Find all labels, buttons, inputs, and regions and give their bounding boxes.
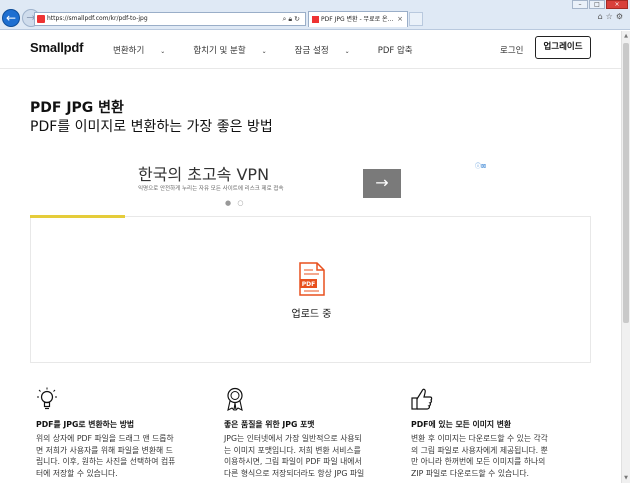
menu-item-convert[interactable]: 변환하기 ⌄ — [113, 44, 179, 56]
feature-description: 변환 후 이미지는 다운로드할 수 있는 각각 의 그림 파일로 사용자에게 제… — [411, 434, 548, 478]
close-window-icon[interactable]: × — [606, 0, 628, 9]
tab-favicon-icon — [312, 16, 319, 23]
main-menu: 변환하기 ⌄ 합치기 및 분할 ⌄ 잠금 설정 ⌄ PDF 압축 — [113, 44, 441, 56]
feature-description: JPG는 인터넷에서 가장 일반적으로 사용되 는 이미지 포맷입니다. 저희 … — [224, 434, 365, 478]
refresh-icon[interactable]: ↻ — [294, 15, 302, 23]
browser-tools: ⌂☆⚙ — [598, 12, 626, 21]
page-scrollbar[interactable]: ▲ ▼ — [621, 31, 630, 483]
page-subtitle: PDF를 이미지로 변환하는 가장 좋은 방법 — [30, 119, 273, 135]
ad-pagination-dots[interactable]: ● ○ — [225, 199, 245, 207]
address-url: https://smallpdf.com/kr/pdf-to-jpg — [47, 15, 148, 22]
scroll-down-icon[interactable]: ▼ — [623, 475, 629, 481]
site-header: Smallpdf 변환하기 ⌄ 합치기 및 분할 ⌄ 잠금 설정 ⌄ PDF 압축 로… — [0, 31, 621, 69]
feature-how-to: PDF를 JPG로 변환하는 방법 위의 상자에 PDF 파일을 드래그 앤 드… — [36, 387, 211, 479]
site-favicon-icon — [37, 15, 45, 23]
address-bar[interactable]: https://smallpdf.com/kr/pdf-to-jpg ⌕🔒︎↻ — [34, 12, 306, 26]
ad-title: 한국의 초고속 VPN — [138, 165, 270, 184]
tab-close-icon[interactable]: × — [397, 12, 403, 27]
home-icon[interactable]: ⌂ — [598, 12, 606, 21]
window-controls: – □ × — [571, 0, 628, 9]
ad-choices-icon[interactable]: ⓘ⊠ — [475, 161, 486, 170]
upload-status: 업로드 중 — [291, 309, 332, 320]
browser-chrome: ← → https://smallpdf.com/kr/pdf-to-jpg ⌕… — [0, 0, 630, 30]
chevron-down-icon: ⌄ — [160, 48, 166, 55]
page-title: PDF JPG 변환 — [30, 100, 124, 116]
favorites-star-icon[interactable]: ☆ — [606, 12, 616, 21]
new-tab-button[interactable] — [409, 12, 423, 26]
smallpdf-logo[interactable]: Smallpdf — [30, 40, 83, 55]
menu-item-merge-split[interactable]: 합치기 및 분할 ⌄ — [193, 44, 280, 56]
settings-gear-icon[interactable]: ⚙ — [616, 12, 626, 21]
scrollbar-thumb[interactable] — [623, 43, 629, 323]
thumbs-up-icon — [411, 388, 433, 410]
lightbulb-icon — [37, 387, 57, 410]
page-content: Smallpdf 변환하기 ⌄ 합치기 및 분할 ⌄ 잠금 설정 ⌄ PDF 압축 로… — [0, 31, 621, 483]
award-icon — [227, 387, 243, 412]
back-button[interactable]: ← — [2, 9, 20, 27]
tab-title: PDF JPG 변환 - 무료로 온... — [321, 16, 394, 23]
ad-subtitle: 익명으로 안전하게 누리는 자유 모든 사이트에 리스크 제로 접속 — [138, 186, 284, 192]
menu-item-compress[interactable]: PDF 압축 — [378, 44, 427, 56]
menu-item-lock[interactable]: 잠금 설정 ⌄ — [295, 44, 364, 56]
chevron-down-icon: ⌄ — [261, 48, 267, 55]
minimize-icon[interactable]: – — [572, 0, 588, 9]
feature-description: 위의 상자에 PDF 파일을 드래그 앤 드롭하 면 저희가 사용자를 위해 파… — [36, 434, 176, 478]
upload-progress-bar — [30, 215, 126, 218]
pdf-icon-label: PDF — [302, 281, 315, 288]
feature-title: PDF를 JPG로 변환하는 방법 — [36, 420, 135, 429]
maximize-icon[interactable]: □ — [589, 0, 605, 9]
feature-title: 좋은 품질을 위한 JPG 포맷 — [224, 420, 315, 429]
login-link[interactable]: 로그인 — [500, 44, 523, 56]
scroll-up-icon[interactable]: ▲ — [623, 33, 629, 39]
ad-banner[interactable]: 한국의 초고속 VPN 익명으로 안전하게 누리는 자유 모든 사이트에 리스크… — [130, 159, 492, 211]
feature-quality: 좋은 품질을 위한 JPG 포맷 JPG는 인터넷에서 가장 일반적으로 사용되… — [224, 387, 399, 479]
feature-all-images: PDF에 있는 모든 이미지 변환 변환 후 이미지는 다운로드할 수 있는 각… — [411, 387, 586, 479]
upgrade-button[interactable]: 업그레이드 — [535, 36, 591, 59]
upload-dropzone[interactable]: PDF 업로드 중 — [30, 216, 591, 363]
browser-tab[interactable]: PDF JPG 변환 - 무료로 온... × — [308, 11, 408, 27]
feature-title: PDF에 있는 모든 이미지 변환 — [411, 420, 512, 429]
pdf-file-icon: PDF — [299, 262, 325, 296]
address-controls: ⌕🔒︎↻ — [282, 13, 302, 25]
arrow-left-icon: ← — [5, 11, 17, 25]
chevron-down-icon: ⌄ — [344, 48, 350, 55]
ad-arrow-button[interactable]: → — [363, 169, 401, 198]
